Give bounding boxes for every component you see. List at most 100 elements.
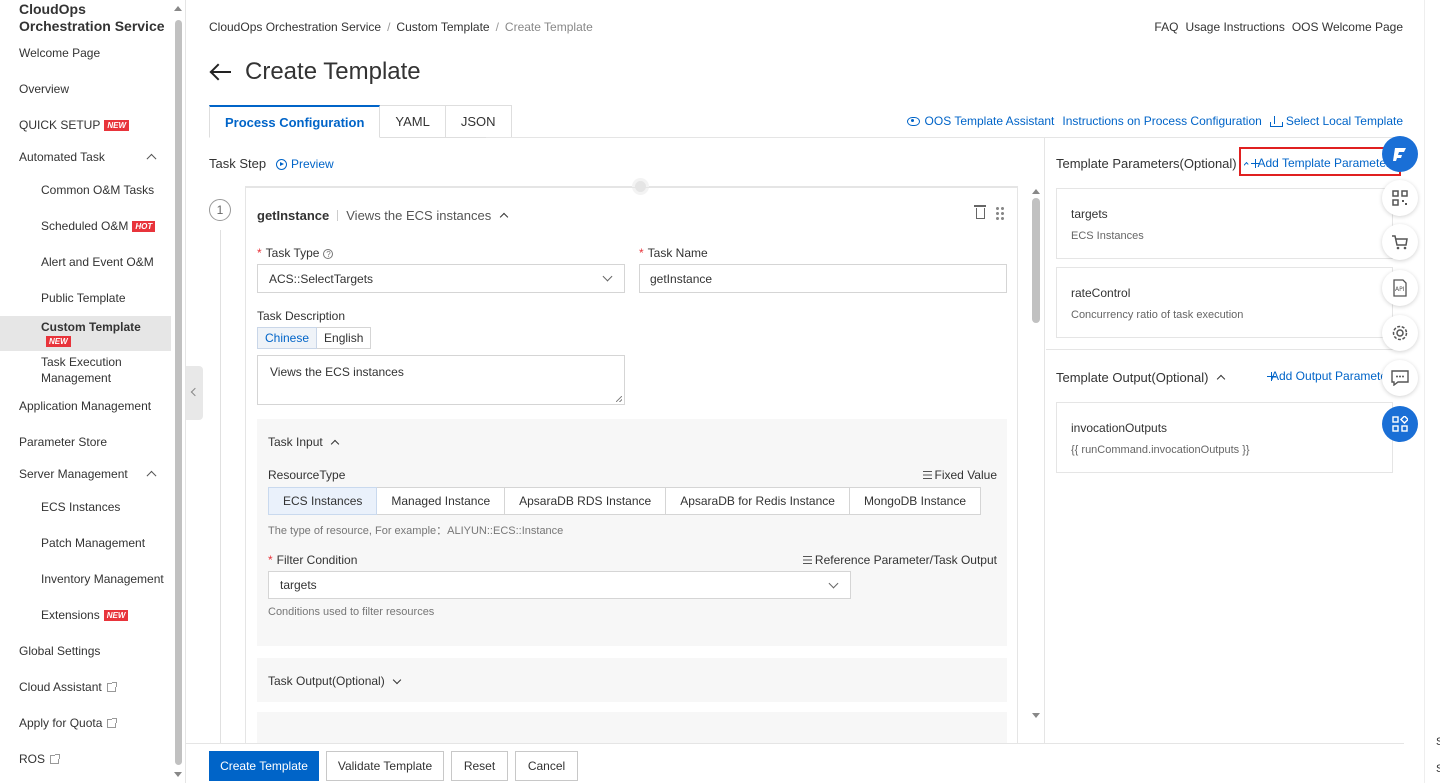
parameter-description: ECS Instances bbox=[1071, 230, 1144, 242]
step-header[interactable]: getInstance Views the ECS instances bbox=[257, 208, 509, 223]
sidebar-scrollbar[interactable] bbox=[175, 20, 182, 765]
output-value: {{ runCommand.invocationOutputs }} bbox=[1071, 444, 1250, 456]
tab-yaml[interactable]: YAML bbox=[380, 105, 446, 138]
instructions-link[interactable]: Instructions on Process Configuration bbox=[1062, 114, 1261, 128]
sidebar-item-patch-management[interactable]: Patch Management bbox=[0, 534, 171, 552]
sidebar-item-welcome-page[interactable]: Welcome Page bbox=[0, 44, 171, 62]
cancel-button[interactable]: Cancel bbox=[515, 751, 578, 781]
task-output-header[interactable]: Task Output(Optional) bbox=[268, 674, 401, 688]
assistant-logo-button[interactable] bbox=[1382, 136, 1418, 172]
sidebar-item-automated-task[interactable]: Automated Task bbox=[0, 148, 171, 166]
qr-code-button[interactable] bbox=[1382, 180, 1418, 216]
create-template-button[interactable]: Create Template bbox=[209, 751, 319, 781]
apps-button[interactable] bbox=[1382, 406, 1418, 442]
sidebar-item-application-management[interactable]: Application Management bbox=[0, 397, 171, 415]
page-title: Create Template bbox=[245, 58, 421, 85]
list-icon bbox=[802, 556, 812, 564]
sidebar-item-task-execution-management[interactable]: Task Execution Management bbox=[0, 355, 140, 385]
sidebar-item-public-template[interactable]: Public Template bbox=[0, 289, 171, 307]
breadcrumb-item[interactable]: CloudOps Orchestration Service bbox=[209, 20, 381, 34]
tab-json[interactable]: JSON bbox=[445, 105, 512, 138]
add-output-parameter-button[interactable]: Add Output Parameter bbox=[1267, 369, 1383, 383]
tab-divider bbox=[486, 137, 1404, 138]
reset-button[interactable]: Reset bbox=[451, 751, 508, 781]
sidebar-item-ros[interactable]: ROS bbox=[0, 750, 171, 768]
settings-button[interactable] bbox=[1382, 315, 1418, 351]
task-description-textarea[interactable]: Views the ECS instances bbox=[257, 355, 625, 405]
panel-divider bbox=[1044, 138, 1045, 743]
task-input-header[interactable]: Task Input bbox=[268, 435, 339, 449]
drag-handle-icon[interactable] bbox=[995, 206, 1005, 220]
cart-icon bbox=[1392, 235, 1408, 250]
resource-mongodb-instance[interactable]: MongoDB Instance bbox=[849, 487, 981, 515]
editor-toolbar-links: OOS Template Assistant Instructions on P… bbox=[906, 114, 1403, 128]
resource-rds-instance[interactable]: ApsaraDB RDS Instance bbox=[505, 487, 667, 515]
output-card-invocationoutputs[interactable]: invocationOutputs {{ runCommand.invocati… bbox=[1056, 402, 1393, 473]
breadcrumb-item[interactable]: Custom Template bbox=[396, 20, 489, 34]
scroll-up-arrow-icon[interactable] bbox=[174, 6, 182, 11]
task-name-input[interactable]: getInstance bbox=[639, 264, 1007, 293]
sidebar-item-global-settings[interactable]: Global Settings bbox=[0, 642, 171, 660]
feedback-button[interactable] bbox=[1382, 360, 1418, 396]
back-arrow-icon[interactable] bbox=[209, 62, 233, 82]
editor-tabs: Process Configuration YAML JSON bbox=[209, 105, 512, 138]
sidebar-item-custom-template[interactable]: Custom Template NEW bbox=[0, 316, 171, 351]
resource-managed-instance[interactable]: Managed Instance bbox=[377, 487, 506, 515]
parameter-card-ratecontrol[interactable]: rateControl Concurrency ratio of task ex… bbox=[1056, 267, 1393, 338]
sidebar-item-overview[interactable]: Overview bbox=[0, 80, 171, 98]
sidebar-item-parameter-store[interactable]: Parameter Store bbox=[0, 433, 171, 451]
settings-icon bbox=[1392, 325, 1408, 341]
task-input-section: Task Input ResourceType Fixed Value ECS … bbox=[257, 419, 1007, 646]
parameter-description: Concurrency ratio of task execution bbox=[1071, 309, 1244, 321]
oos-template-assistant-link[interactable]: OOS Template Assistant bbox=[906, 114, 1054, 128]
step-number: 1 bbox=[209, 199, 231, 221]
sidebar-item-quick-setup[interactable]: QUICK SETUP NEW bbox=[0, 116, 171, 134]
lang-english[interactable]: English bbox=[317, 327, 372, 349]
usage-instructions-link[interactable]: Usage Instructions bbox=[1185, 20, 1284, 34]
help-icon[interactable]: ? bbox=[323, 248, 334, 259]
sidebar-item-ecs-instances[interactable]: ECS Instances bbox=[0, 498, 171, 516]
template-output-title[interactable]: Template Output(Optional) bbox=[1056, 370, 1226, 385]
section-divider bbox=[1046, 349, 1404, 350]
filter-condition-select[interactable]: targets bbox=[268, 571, 851, 599]
task-type-select[interactable]: ACS::SelectTargets bbox=[257, 264, 625, 293]
resource-ecs-instances[interactable]: ECS Instances bbox=[268, 487, 378, 515]
tab-process-configuration[interactable]: Process Configuration bbox=[209, 105, 381, 138]
right-edge-panel bbox=[1424, 0, 1440, 783]
sidebar-item-apply-for-quota[interactable]: Apply for Quota bbox=[0, 714, 171, 732]
parameter-name: rateControl bbox=[1071, 286, 1131, 300]
sidebar-item-inventory-management[interactable]: Inventory Management bbox=[0, 570, 171, 588]
sidebar-item-server-management[interactable]: Server Management bbox=[0, 465, 171, 483]
reference-parameter-toggle[interactable]: Reference Parameter/Task Output bbox=[802, 553, 997, 567]
task-name-label: * Task Name bbox=[639, 246, 708, 260]
sidebar-item-common-om-tasks[interactable]: Common O&M Tasks bbox=[0, 181, 171, 199]
faq-link[interactable]: FAQ bbox=[1154, 20, 1178, 34]
sidebar-item-alert-event-om[interactable]: Alert and Event O&M bbox=[0, 253, 171, 271]
oos-welcome-page-link[interactable]: OOS Welcome Page bbox=[1292, 20, 1403, 34]
sidebar-collapse-toggle[interactable] bbox=[186, 366, 203, 420]
qr-code-icon bbox=[1392, 190, 1408, 206]
sidebar-item-cloud-assistant[interactable]: Cloud Assistant bbox=[0, 678, 171, 696]
sidebar-item-scheduled-om[interactable]: Scheduled O&M HOT bbox=[0, 217, 171, 235]
edge-mark: S bbox=[1436, 736, 1440, 748]
fixed-value-toggle[interactable]: Fixed Value bbox=[922, 468, 997, 482]
select-local-template-link[interactable]: Select Local Template bbox=[1269, 114, 1403, 128]
sidebar-item-extensions[interactable]: Extensions NEW bbox=[0, 606, 171, 624]
validate-template-button[interactable]: Validate Template bbox=[326, 751, 444, 781]
scroll-down-arrow-icon[interactable] bbox=[174, 772, 182, 777]
cart-button[interactable] bbox=[1382, 224, 1418, 260]
assistant-logo-icon bbox=[1393, 148, 1406, 161]
resource-type-options: ECS Instances Managed Instance ApsaraDB … bbox=[268, 487, 981, 515]
delete-icon[interactable] bbox=[974, 205, 986, 219]
editor-scrollbar[interactable] bbox=[1032, 198, 1040, 323]
parameter-card-targets[interactable]: targets ECS Instances bbox=[1056, 188, 1393, 259]
task-step-label: Task Step bbox=[209, 156, 267, 171]
preview-link[interactable]: Preview bbox=[276, 157, 334, 171]
lang-chinese[interactable]: Chinese bbox=[257, 327, 318, 349]
filter-condition-label: * Filter Condition bbox=[268, 553, 358, 567]
api-button[interactable]: API bbox=[1382, 270, 1418, 306]
step-name: getInstance bbox=[257, 208, 330, 223]
resource-redis-instance[interactable]: ApsaraDB for Redis Instance bbox=[666, 487, 850, 515]
scroll-up-arrow-icon[interactable] bbox=[1032, 189, 1040, 194]
scroll-down-arrow-icon[interactable] bbox=[1032, 713, 1040, 718]
